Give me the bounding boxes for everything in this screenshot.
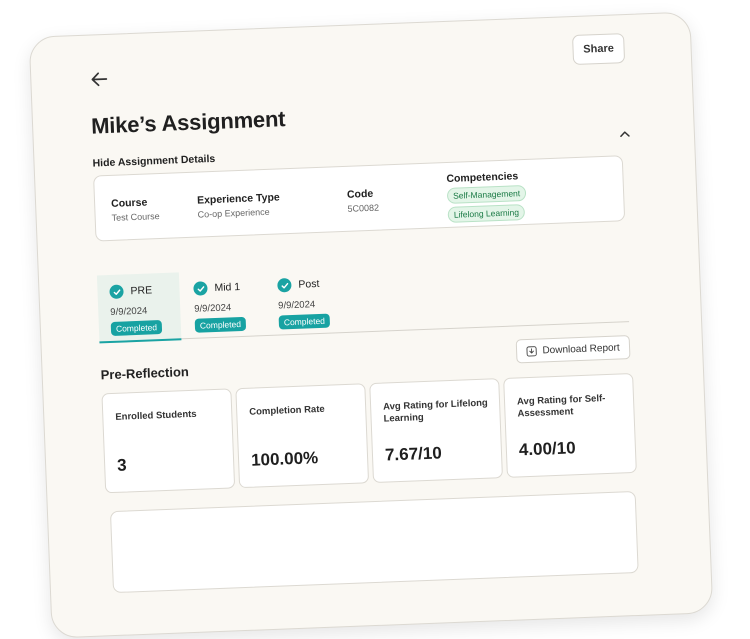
status-badge: Completed bbox=[194, 316, 247, 333]
assignment-card: Share Mike’s Assignment Hide Assignment … bbox=[28, 11, 714, 639]
stat-avg-self-assessment: Avg Rating for Self-Assessment 4.00/10 bbox=[503, 372, 637, 478]
experience-field: Experience Type Co-op Experience bbox=[197, 191, 281, 219]
tab-name: PRE bbox=[130, 284, 153, 298]
tab-date: 9/9/2024 bbox=[277, 299, 316, 312]
assignment-details: Course Test Course Experience Type Co-op… bbox=[93, 155, 626, 242]
experience-value: Co-op Experience bbox=[197, 206, 270, 220]
page-title: Mike’s Assignment bbox=[90, 106, 286, 139]
code-field: Code 5C0082 bbox=[347, 188, 379, 214]
code-label: Code bbox=[346, 187, 374, 201]
stat-value: 7.67/10 bbox=[384, 443, 443, 465]
stat-enrolled-students: Enrolled Students 3 bbox=[101, 388, 236, 494]
tab-name: Mid 1 bbox=[214, 281, 241, 294]
competencies-field: Competencies Self-Management Lifelong Le… bbox=[446, 170, 527, 223]
status-badge: Completed bbox=[110, 320, 163, 336]
stat-label: Completion Rate bbox=[249, 403, 325, 418]
competency-badge: Lifelong Learning bbox=[447, 204, 526, 223]
download-report-button[interactable]: Download Report bbox=[515, 335, 631, 364]
tab-name: Post bbox=[298, 277, 320, 291]
stat-label: Avg Rating for Self-Assessment bbox=[516, 393, 606, 420]
tab-date: 9/9/2024 bbox=[110, 305, 148, 318]
back-button[interactable] bbox=[87, 67, 112, 92]
tab-post[interactable]: Post 9/9/2024 Completed bbox=[265, 266, 349, 335]
stat-completion-rate: Completion Rate 100.00% bbox=[235, 383, 370, 489]
stat-value: 4.00/10 bbox=[518, 438, 576, 460]
course-field: Course Test Course bbox=[111, 196, 160, 223]
results-card bbox=[109, 490, 639, 594]
share-button[interactable]: Share bbox=[572, 33, 626, 66]
stat-value: 3 bbox=[116, 455, 128, 475]
collapse-button[interactable] bbox=[618, 127, 633, 142]
course-value: Test Course bbox=[111, 211, 160, 223]
check-circle-icon bbox=[193, 281, 208, 296]
tab-mid-1[interactable]: Mid 1 9/9/2024 Completed bbox=[181, 269, 265, 338]
stat-value: 100.00% bbox=[250, 448, 319, 470]
status-badge: Completed bbox=[278, 313, 331, 330]
chevron-up-icon bbox=[620, 131, 630, 138]
check-circle-icon bbox=[109, 284, 124, 300]
section-title: Pre-Reflection bbox=[100, 364, 190, 383]
hide-details-toggle[interactable]: Hide Assignment Details bbox=[92, 153, 215, 170]
stat-avg-lifelong-learning: Avg Rating for Lifelong Learning 7.67/10 bbox=[369, 378, 503, 484]
code-value: 5C0082 bbox=[347, 202, 380, 214]
tab-pre[interactable]: PRE 9/9/2024 Completed bbox=[96, 272, 182, 344]
stat-label: Avg Rating for Lifelong Learning bbox=[382, 397, 488, 425]
stat-label: Enrolled Students bbox=[115, 408, 197, 423]
course-label: Course bbox=[110, 196, 148, 210]
tab-date: 9/9/2024 bbox=[194, 302, 232, 315]
arrow-left-icon bbox=[91, 72, 108, 87]
experience-label: Experience Type bbox=[196, 191, 280, 207]
download-report-label: Download Report bbox=[542, 341, 620, 356]
check-circle-icon bbox=[277, 278, 292, 293]
download-icon bbox=[526, 345, 538, 356]
